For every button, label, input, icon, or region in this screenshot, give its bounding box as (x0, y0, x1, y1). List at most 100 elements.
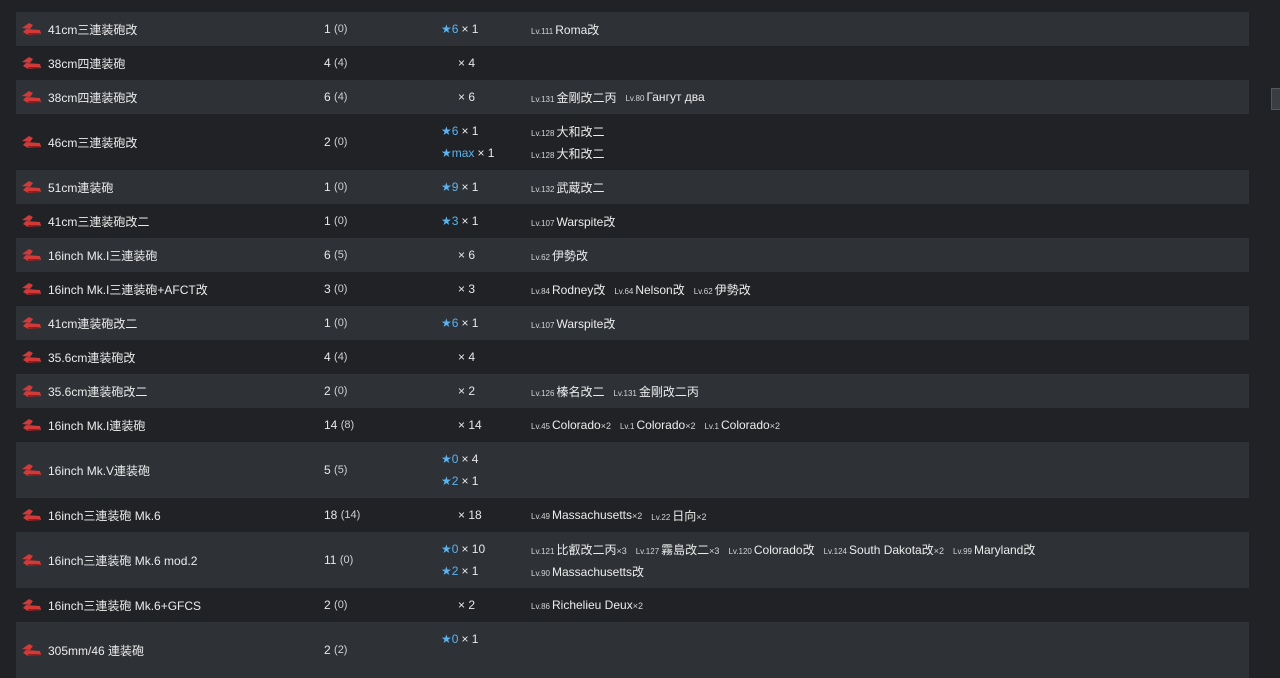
ship-name: Roma改 (555, 22, 600, 37)
count-cell: 1 (0) (324, 170, 347, 204)
unused-count: (0) (334, 599, 348, 611)
ship-entry[interactable]: Lv.107 Warspite改 (531, 315, 615, 332)
table-row[interactable]: 41cm連装砲改二 1 (0) ★6 × 1 Lv.107 Warspite改 (16, 306, 1249, 340)
ship-entry[interactable]: Lv.1 Colorado ×2 (704, 418, 780, 432)
scrollbar-handle[interactable] (1271, 88, 1280, 110)
ship-level: Lv.126 (531, 388, 555, 398)
ship-name: Richelieu Deux (551, 598, 633, 612)
total-count: 1 (324, 22, 331, 36)
ship-entry[interactable]: Lv.62 伊勢改 (694, 281, 751, 298)
table-row[interactable]: 16inch Mk.I三連装砲 6 (5) × 6 Lv.62 伊勢改 (16, 238, 1249, 272)
ship-level: Lv.128 (531, 150, 555, 160)
table-row[interactable]: 41cm三連装砲改二 1 (0) ★3 × 1 Lv.107 Warspite改 (16, 204, 1249, 238)
quantity: × 3 (458, 282, 476, 296)
quantity: × 4 (458, 56, 476, 70)
count-cell: 1 (0) (324, 12, 347, 46)
ship-entry[interactable]: Lv.22 日向 ×2 (651, 507, 706, 524)
ship-level: Lv.62 (531, 252, 550, 262)
ship-entry[interactable]: Lv.45 Colorado ×2 (531, 418, 611, 432)
table-row[interactable]: 41cm三連装砲改 1 (0) ★6 × 1 Lv.111 Roma改 (16, 12, 1249, 46)
table-row[interactable]: 35.6cm連装砲改 4 (4) × 4 (16, 340, 1249, 374)
ship-entry[interactable]: Lv.128 大和改二 (531, 145, 604, 162)
table-row[interactable]: 16inch三連装砲 Mk.6 mod.2 11 (0) ★0 × 10 ★2 × 1 Lv… (16, 532, 1249, 588)
ship-name: 日向 (672, 508, 697, 523)
equipment-name: 16inch Mk.I連装砲 (48, 418, 146, 433)
table-row[interactable]: 51cm連装砲 1 (0) ★9 × 1 Lv.132 武蔵改二 (16, 170, 1249, 204)
equipment-name: 51cm連装砲 (48, 180, 114, 195)
ship-level: Lv.128 (531, 128, 555, 138)
improvement-level: ★0 (441, 632, 459, 646)
ship-entry[interactable]: Lv.131 金剛改二丙 (613, 383, 698, 400)
ship-entry[interactable]: Lv.128 大和改二 (531, 123, 604, 140)
table-row[interactable] (16, 0, 1249, 12)
large-caliber-gun-icon (20, 315, 42, 331)
table-row[interactable]: 16inch Mk.I連装砲 14 (8) × 14 Lv.45 Colorado ×2 L… (16, 408, 1249, 442)
table-row[interactable]: 35.6cm連装砲改二 2 (0) × 2 Lv.126 榛名改二 Lv.131 金剛改二丙 (16, 374, 1249, 408)
ship-entry[interactable]: Lv.90 Massachusetts改 (531, 563, 644, 580)
total-count: 5 (324, 463, 331, 477)
ship-entry[interactable]: Lv.127 霧島改二 ×3 (636, 541, 720, 558)
table-row[interactable]: 16inch三連装砲 Mk.6 18 (14) × 18 Lv.49 Massachus… (16, 498, 1249, 532)
ship-entry[interactable]: Lv.132 武蔵改二 (531, 179, 604, 196)
count-cell: 4 (4) (324, 46, 347, 80)
total-count: 3 (324, 282, 331, 296)
quantity: × 1 (461, 124, 479, 138)
ship-equip-count: ×2 (769, 421, 780, 431)
ship-entry[interactable]: Lv.1 Colorado ×2 (620, 418, 696, 432)
improvement-cell: × 4 (441, 340, 475, 374)
table-row[interactable]: 305mm/46 連装砲 2 (2) ★0 × 1 (16, 622, 1249, 678)
ship-name: Maryland改 (973, 542, 1036, 557)
total-count: 2 (324, 598, 331, 612)
ship-entry[interactable]: Lv.64 Nelson改 (614, 281, 684, 298)
equipped-ships-cell: Lv.86 Richelieu Deux ×2 (531, 588, 652, 622)
ship-entry[interactable]: Lv.131 金剛改二丙 (531, 89, 616, 106)
table-row[interactable]: 38cm四連装砲改 6 (4) × 6 Lv.131 金剛改二丙 Lv.80 Гангут … (16, 80, 1249, 114)
ship-entry[interactable]: Lv.84 Rodney改 (531, 281, 605, 298)
unused-count: (8) (340, 419, 355, 431)
ship-entry[interactable]: Lv.111 Roma改 (531, 21, 599, 38)
equipped-ships-cell: Lv.107 Warspite改 (531, 204, 624, 238)
total-count: 1 (324, 180, 331, 194)
ship-entry[interactable]: Lv.120 Colorado改 (728, 541, 814, 558)
ship-entry[interactable]: Lv.99 Maryland改 (953, 541, 1035, 558)
equipment-name-cell: 35.6cm連装砲改二 (20, 374, 147, 408)
table-row[interactable]: 16inch三連装砲 Mk.6+GFCS 2 (0) × 2 Lv.86 Richeli… (16, 588, 1249, 622)
table-row[interactable]: 46cm三連装砲改 2 (0) ★6 × 1 ★max × 1 Lv.128 大和改二 Lv.1… (16, 114, 1249, 170)
ship-entry[interactable]: Lv.124 South Dakota改 ×2 (824, 541, 944, 558)
ship-line: Lv.128 大和改二 (531, 120, 613, 142)
table-row[interactable]: 16inch Mk.I三連装砲+AFCT改 3 (0) × 3 Lv.84 Rodney… (16, 272, 1249, 306)
improvement-line: ★2 × 1 (441, 470, 478, 492)
count-line: 1 (0) (324, 210, 347, 232)
ship-entry[interactable]: Lv.107 Warspite改 (531, 213, 615, 230)
ship-level: Lv.107 (531, 320, 555, 330)
improvement-line: ★6 × 1 (441, 312, 478, 334)
ship-entry[interactable]: Lv.121 比叡改二丙 ×3 (531, 541, 627, 558)
ship-name: 大和改二 (556, 146, 605, 161)
ship-level: Lv.107 (531, 218, 555, 228)
count-line: 4 (4) (324, 346, 347, 368)
count-spacer (324, 0, 327, 2)
ship-entry[interactable]: Lv.126 榛名改二 (531, 383, 604, 400)
improvement-level-wrap: ★2 (441, 564, 458, 578)
table-row[interactable]: 38cm四連装砲 4 (4) × 4 (16, 46, 1249, 80)
improvement-level-wrap: ★0 (441, 542, 458, 556)
total-count: 6 (324, 90, 331, 104)
large-caliber-gun-icon (20, 349, 42, 365)
ship-entry[interactable]: Lv.62 伊勢改 (531, 247, 588, 264)
equipment-name-cell: 16inch Mk.I三連装砲+AFCT改 (20, 272, 208, 306)
improvement-line: × 6 (441, 244, 475, 266)
improvement-level-wrap: ★max (441, 146, 474, 160)
quantity: × 6 (458, 248, 476, 262)
equipment-name: 16inch三連装砲 Mk.6 mod.2 (48, 553, 198, 568)
ship-equip-count: ×2 (600, 421, 611, 431)
ship-entry[interactable]: Lv.49 Massachusetts ×2 (531, 508, 642, 522)
unused-count: (14) (340, 509, 361, 521)
unused-count: (4) (334, 91, 348, 103)
improvement-level: ★6 (441, 22, 459, 36)
improvement-cell: × 6 (441, 80, 475, 114)
ship-name: Nelson改 (635, 282, 685, 297)
table-row[interactable]: 16inch Mk.V連装砲 5 (5) ★0 × 4 ★2 × 1 (16, 442, 1249, 498)
improvement-line: ★3 × 1 (441, 210, 478, 232)
ship-entry[interactable]: Lv.80 Гангут два (625, 90, 704, 104)
ship-entry[interactable]: Lv.86 Richelieu Deux ×2 (531, 598, 643, 612)
